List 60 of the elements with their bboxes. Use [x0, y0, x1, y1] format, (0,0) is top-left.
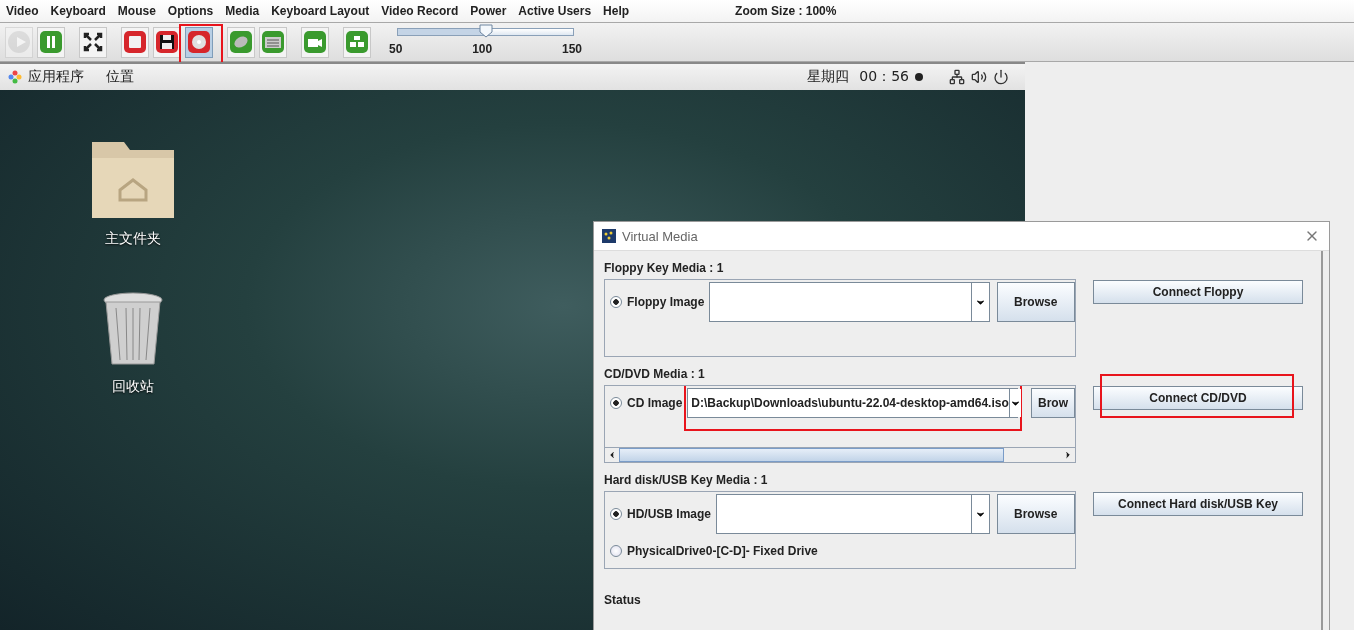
section-title: Hard disk/USB Key Media : 1 — [604, 473, 769, 487]
connect-button[interactable]: Connect CD/DVD — [1093, 386, 1303, 410]
desktop-icon-label[interactable]: 回收站 — [112, 378, 154, 396]
dialog-title: Virtual Media — [622, 228, 699, 244]
option-label: HD/USB Image — [627, 507, 712, 521]
menu-item[interactable]: Help — [603, 4, 630, 18]
slider-tick-label: 100 — [472, 42, 493, 56]
panel-menu[interactable]: 应用程序 — [28, 68, 84, 86]
panel-menu[interactable]: 位置 — [106, 68, 134, 86]
zoom-size-label: Zoom Size : 100% — [735, 4, 837, 18]
option-label: CD Image — [627, 396, 683, 410]
mouse-icon — [229, 30, 253, 54]
horizontal-scrollbar[interactable] — [605, 447, 1075, 462]
left-arrow-icon — [607, 450, 617, 460]
scroll-thumb[interactable] — [619, 448, 1004, 462]
status-label: Status — [604, 593, 642, 607]
toolbar-button[interactable] — [79, 26, 107, 58]
network-icon[interactable] — [949, 69, 965, 85]
flower-icon — [8, 70, 22, 84]
dot-icon — [915, 73, 923, 81]
app-icon — [602, 229, 616, 243]
menu-item[interactable]: Video Record — [381, 4, 459, 18]
clock-day: 星期四 — [807, 68, 850, 86]
pause-icon — [39, 30, 63, 54]
menu-item[interactable]: Keyboard Layout — [271, 4, 370, 18]
connect-button[interactable]: Connect Hard disk/USB Key — [1093, 492, 1303, 516]
volume-icon[interactable] — [971, 69, 987, 85]
browse-button[interactable]: Browse — [997, 282, 1075, 322]
option-label: Floppy Image — [627, 295, 705, 309]
power-icon[interactable] — [993, 69, 1009, 85]
menu-item[interactable]: Options — [167, 4, 214, 18]
radio-button[interactable] — [610, 397, 622, 409]
users-icon — [345, 30, 369, 54]
connect-button[interactable]: Connect Floppy — [1093, 280, 1303, 304]
fullscreen-icon — [81, 30, 105, 54]
section-title: CD/DVD Media : 1 — [604, 367, 706, 381]
toolbar-button[interactable] — [153, 26, 181, 58]
menu-item[interactable]: Active Users — [518, 4, 592, 18]
desktop-icon-label[interactable]: 主文件夹 — [105, 230, 161, 248]
slider-tick-label: 150 — [561, 42, 582, 56]
clock-time: 00：56 — [859, 68, 909, 86]
menu-item[interactable]: Media — [225, 4, 260, 18]
slider-tick-label: 50 — [389, 42, 403, 56]
radio-button[interactable] — [610, 296, 622, 308]
play-icon — [7, 30, 31, 54]
drive-icon — [123, 30, 147, 54]
right-arrow-icon — [1063, 450, 1073, 460]
section-title: Floppy Key Media : 1 — [604, 261, 725, 275]
browse-button[interactable]: Browse — [997, 494, 1075, 534]
menu-item[interactable]: Keyboard — [50, 4, 106, 18]
radio-button[interactable] — [610, 508, 622, 520]
menu-item[interactable]: Mouse — [117, 4, 156, 18]
menu-item[interactable]: Power — [470, 4, 507, 18]
menu-item[interactable]: Video — [6, 4, 39, 18]
option-label: PhysicalDrive0-[C-D]- Fixed Drive — [627, 544, 818, 558]
browse-button[interactable]: Brow — [1031, 388, 1075, 418]
radio-button[interactable] — [610, 545, 622, 557]
keyboard-icon — [261, 30, 285, 54]
trash-icon — [102, 292, 164, 368]
video-camera-icon — [303, 30, 327, 54]
